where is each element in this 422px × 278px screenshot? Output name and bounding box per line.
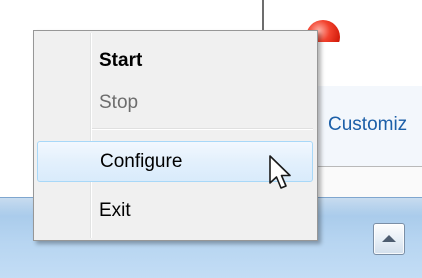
menu-item-label: Stop [99,92,139,113]
customize-link[interactable]: Customiz [328,114,407,136]
menu-item-label: Start [99,50,143,71]
menu-item-start[interactable]: Start [34,43,315,79]
menu-separator [92,128,313,130]
arrow-pointer-icon [269,155,291,189]
menu-item-exit[interactable]: Exit [34,193,315,229]
show-hidden-icons-button[interactable] [373,223,405,255]
menu-item-stop: Stop [34,85,315,121]
context-menu: Start Stop Configure Exit [33,30,318,241]
menu-item-label: Exit [99,200,131,221]
menu-item-label: Configure [100,151,183,172]
chevron-up-icon [382,235,396,242]
